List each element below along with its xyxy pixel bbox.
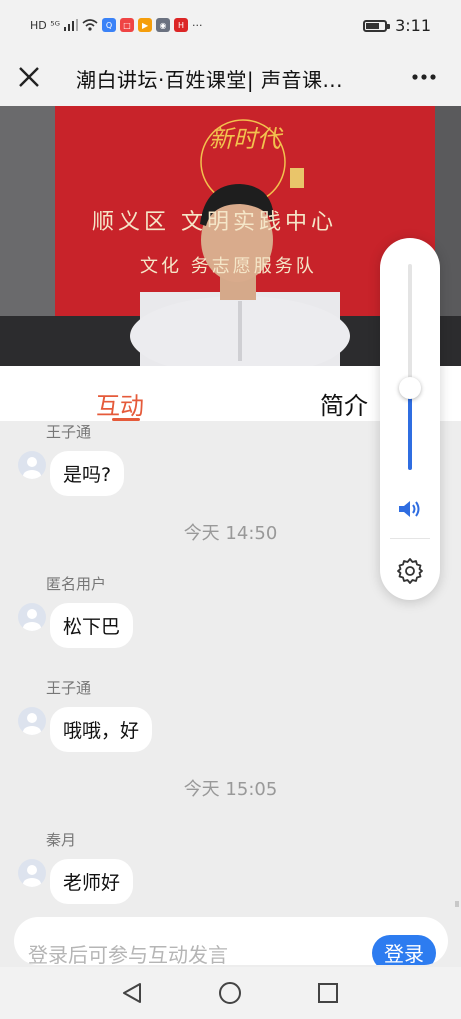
input-placeholder: 登录后可参与互动发言	[28, 943, 228, 965]
sender-name: 秦月	[46, 831, 77, 849]
banner-emblem: 新时代	[209, 125, 281, 153]
tab-intro[interactable]: 简介	[320, 386, 368, 421]
speaker-icon[interactable]	[397, 498, 423, 520]
banner-line-2: 文化 务志愿服务队	[140, 256, 317, 277]
wifi-icon	[82, 19, 98, 31]
more-icon[interactable]	[409, 62, 439, 92]
banner-line-1: 顺义区 文明实践中心	[92, 210, 337, 235]
sender-name: 王子通	[46, 679, 92, 697]
more-notifications-icon: ···	[192, 18, 203, 32]
message-bubble: 是吗?	[50, 451, 125, 496]
sender-name: 匿名用户	[46, 575, 107, 593]
message-bubble: 松下巴	[50, 603, 134, 648]
app-notification-icon: □	[120, 18, 135, 32]
avatar[interactable]	[18, 859, 46, 887]
clock: 3:11	[395, 16, 431, 35]
close-icon[interactable]	[14, 62, 44, 92]
message-bubble: 老师好	[50, 859, 134, 904]
title-bar: 潮白讲坛·百姓课堂| 声音课...	[0, 52, 461, 106]
status-left: HD ⁵ᴳ Q □ ▶ ◉ H ···	[30, 18, 203, 32]
scrollbar	[455, 901, 459, 907]
sender-name: 王子通	[46, 423, 92, 441]
network-indicator: HD ⁵ᴳ	[30, 18, 61, 32]
system-nav-bar	[0, 967, 461, 1019]
app-notification-icon: ◉	[156, 18, 171, 32]
app-notification-icon: Q	[102, 18, 117, 32]
comment-input[interactable]: 登录后可参与互动发言 登录	[14, 917, 448, 965]
status-bar: HD ⁵ᴳ Q □ ▶ ◉ H ··· 3:11	[0, 0, 461, 52]
volume-slider-fill	[408, 387, 412, 470]
home-circle-icon[interactable]	[218, 981, 242, 1005]
status-right: 3:11	[363, 16, 431, 35]
volume-popup	[380, 238, 440, 600]
input-bar: 登录后可参与互动发言 登录	[0, 907, 461, 967]
signal-icon	[64, 19, 79, 31]
tab-interaction[interactable]: 互动	[96, 386, 144, 421]
app-notification-icon: H	[174, 18, 189, 32]
avatar[interactable]	[18, 451, 46, 479]
gear-icon[interactable]	[396, 557, 424, 585]
time-separator: 今天 15:05	[183, 779, 278, 800]
volume-slider-handle[interactable]	[399, 376, 421, 399]
message-bubble: 哦哦，好	[50, 707, 153, 752]
app-notification-icon: ▶	[138, 18, 153, 32]
divider	[390, 538, 430, 539]
back-triangle-icon[interactable]	[120, 981, 144, 1005]
avatar[interactable]	[18, 707, 46, 735]
battery-icon	[363, 19, 391, 32]
volume-slider-track[interactable]	[408, 264, 412, 470]
recent-square-icon[interactable]	[316, 981, 340, 1005]
avatar[interactable]	[18, 603, 46, 631]
page-title: 潮白讲坛·百姓课堂| 声音课...	[76, 68, 344, 92]
login-button[interactable]: 登录	[372, 935, 436, 965]
